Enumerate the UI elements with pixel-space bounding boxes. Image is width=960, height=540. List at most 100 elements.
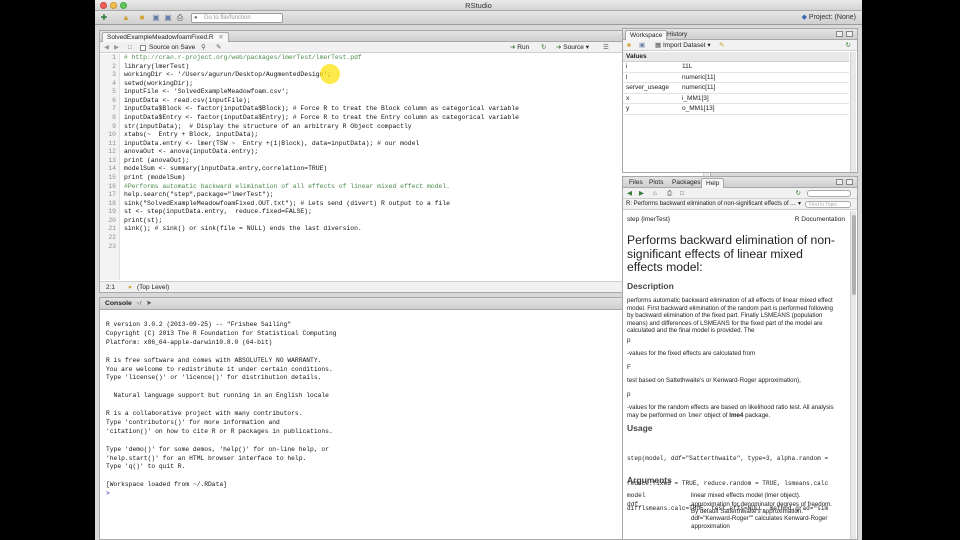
console-line: 'citation()' on how to cite R or R packa… (106, 427, 333, 435)
help-scrollbar[interactable] (850, 211, 856, 539)
close-tab-icon[interactable]: ✕ (218, 34, 223, 41)
scope-selector[interactable]: (Top Level) (137, 282, 169, 292)
line-number: 11 (108, 139, 116, 147)
forward-arrow-icon[interactable]: ▶ (114, 42, 119, 53)
tab-history[interactable]: History (663, 30, 691, 40)
outline-icon[interactable]: ☰ (603, 42, 609, 53)
back-arrow-icon[interactable]: ◀ (627, 188, 632, 199)
show-in-window-icon[interactable]: □ (128, 42, 132, 53)
code-line[interactable]: inputData$Block <- factor(inputData$Bloc… (124, 105, 519, 114)
forward-arrow-icon[interactable]: ▶ (639, 188, 644, 199)
save-workspace-icon[interactable]: ▣ (639, 40, 645, 51)
workspace-toolbar: ■ ▣ ▦ Import Dataset ▾ ✎ ↻ (623, 40, 857, 51)
code-line[interactable]: library(lmerTest) (124, 63, 189, 72)
code-line[interactable]: inputData.entry <- lmer(TSW ~ Entry +(1|… (124, 140, 419, 149)
code-line[interactable]: modelSum <- summary(inputData.entry,corr… (124, 165, 327, 174)
code-line[interactable]: inputData <- read.csv(inputFile); (124, 97, 251, 106)
variable-name: y (626, 105, 630, 112)
code-line[interactable]: print (anovaOut); (124, 157, 189, 166)
code-line[interactable]: sink(); # sink() or sink(file = NULL) en… (124, 225, 362, 234)
minimize-pane-button[interactable] (836, 179, 843, 185)
help-topic-bar: R: Performs backward elimination of non-… (623, 199, 857, 210)
workspace-row[interactable]: y o_MM1[13] (623, 104, 849, 115)
back-arrow-icon[interactable]: ◀ (104, 42, 109, 53)
line-number: 3 (112, 71, 116, 79)
workspace-row[interactable]: server_useage numeric[11] (623, 83, 849, 94)
new-file-icon[interactable]: ✚ (99, 13, 109, 22)
code-line[interactable]: st <- step(inputData.entry, reduce.fixed… (124, 208, 312, 217)
rstudio-window: RStudio ✚ ▲ ■ ▣ ▣ ⎙ ● Go to file/functio… (95, 0, 862, 540)
project-menu[interactable]: ◆ Project: (None) (802, 13, 856, 23)
code-line[interactable]: str(inputData); # Display the structure … (124, 123, 412, 132)
line-number: 14 (108, 165, 116, 173)
show-in-window-icon[interactable]: □ (680, 188, 684, 199)
code-line[interactable]: setwd(workingDir); (124, 80, 193, 89)
code-line[interactable]: print (modelSum) (124, 174, 185, 183)
tab-help[interactable]: Help (701, 178, 725, 188)
minimize-window-button[interactable] (110, 2, 117, 9)
code-line[interactable]: inputFile <- 'SolvedExampleMeadowfoam.cs… (124, 88, 289, 97)
line-number: 16 (108, 182, 116, 190)
console-line: 'help.start()' for an HTML browser inter… (106, 454, 307, 462)
code-line[interactable]: xtabs(~ Entry + Block, inputData); (124, 131, 258, 140)
workspace-row[interactable]: x i_MM1[3] (623, 94, 849, 104)
zoom-window-button[interactable] (120, 2, 127, 9)
console-line: Type 'contributors()' for more informati… (106, 418, 280, 426)
code-line[interactable]: workingDir <- '/Users/agurun/Desktop/Aug… (124, 71, 331, 80)
run-button[interactable]: ➜ Run (510, 42, 529, 53)
workspace-row[interactable]: i 11L (623, 62, 849, 73)
maximize-pane-button[interactable] (846, 31, 853, 37)
console-pane: Console ~/ ➤ R version 3.0.2 (2013-09-25… (99, 297, 711, 540)
tab-files[interactable]: Files (625, 178, 647, 188)
tab-plots[interactable]: Plots (645, 178, 667, 188)
workspace-row[interactable]: l numeric[11] (623, 73, 849, 83)
print-icon[interactable]: ⎙ (175, 13, 185, 22)
search-help-input[interactable] (807, 190, 851, 197)
tab-packages[interactable]: Packages (668, 178, 705, 188)
workspace-scrollbar[interactable] (850, 52, 856, 172)
arg-name-ddf: ddf (627, 501, 639, 508)
code-tools-icon[interactable]: ✎ (216, 42, 221, 53)
print-icon[interactable]: ⎙ (667, 188, 672, 199)
workspace-tab-bar: Workspace History (623, 29, 857, 40)
maximize-pane-button[interactable] (846, 179, 853, 185)
close-window-button[interactable] (100, 2, 107, 9)
description-heading: Description (627, 281, 674, 291)
find-in-topic-input[interactable]: Find in Topic (805, 201, 851, 208)
save-icon[interactable]: ▣ (151, 13, 161, 22)
console-line: Type 'license()' or 'licence()' for dist… (106, 374, 322, 382)
chevron-down-icon[interactable]: ▾ (798, 199, 801, 210)
import-dataset-button[interactable]: ▦ Import Dataset ▾ (655, 40, 711, 51)
code-line[interactable]: #Performs automatic backward elimination… (124, 183, 450, 192)
home-icon[interactable]: ⌂ (653, 188, 657, 199)
variable-value: 11L (682, 63, 693, 70)
re-run-icon[interactable]: ↻ (541, 42, 546, 53)
source-on-save-checkbox[interactable] (140, 45, 146, 51)
code-line[interactable]: anovaOut <- anova(inputData.entry); (124, 148, 258, 157)
line-number: 22 (108, 233, 116, 241)
tab-source-file[interactable]: SolvedExampleMeadowfoamFixed.R ✕ (102, 32, 229, 42)
help-scroll-thumb[interactable] (852, 215, 856, 295)
code-line[interactable]: # http://cran.r-project.org/web/packages… (124, 54, 362, 63)
code-area[interactable]: # http://cran.r-project.org/web/packages… (124, 54, 700, 280)
goto-file-input[interactable]: ● Go to file/function (191, 13, 283, 23)
code-line[interactable]: sink("SolvedExampleMeadowfoamFixed.OUT.t… (124, 200, 450, 209)
help-topic-select[interactable]: R: Performs backward elimination of non-… (626, 199, 796, 210)
find-icon[interactable]: ⚲ (201, 42, 206, 53)
source-button[interactable]: ➜ Source ▾ (556, 42, 589, 53)
refresh-icon[interactable]: ↻ (796, 188, 801, 199)
minimize-pane-button[interactable] (836, 31, 843, 37)
load-workspace-icon[interactable]: ■ (627, 40, 631, 51)
code-line[interactable]: inputData$Entry <- factor(inputData$Entr… (124, 114, 519, 123)
open-project-icon[interactable]: ▲ (121, 13, 131, 22)
clear-workspace-icon[interactable]: ✎ (719, 40, 724, 51)
code-line[interactable]: help.search("step",package="lmerTest"); (124, 191, 274, 200)
window-title: RStudio (465, 1, 492, 10)
tab-workspace[interactable]: Workspace (625, 30, 668, 40)
refresh-icon[interactable]: ↻ (846, 40, 851, 51)
open-file-icon[interactable]: ■ (137, 13, 147, 22)
console-prompt[interactable]: > (106, 490, 110, 499)
code-line[interactable]: print(st); (124, 217, 162, 226)
save-all-icon[interactable]: ▣ (163, 13, 173, 22)
go-to-dir-icon[interactable]: ➤ (146, 298, 152, 310)
